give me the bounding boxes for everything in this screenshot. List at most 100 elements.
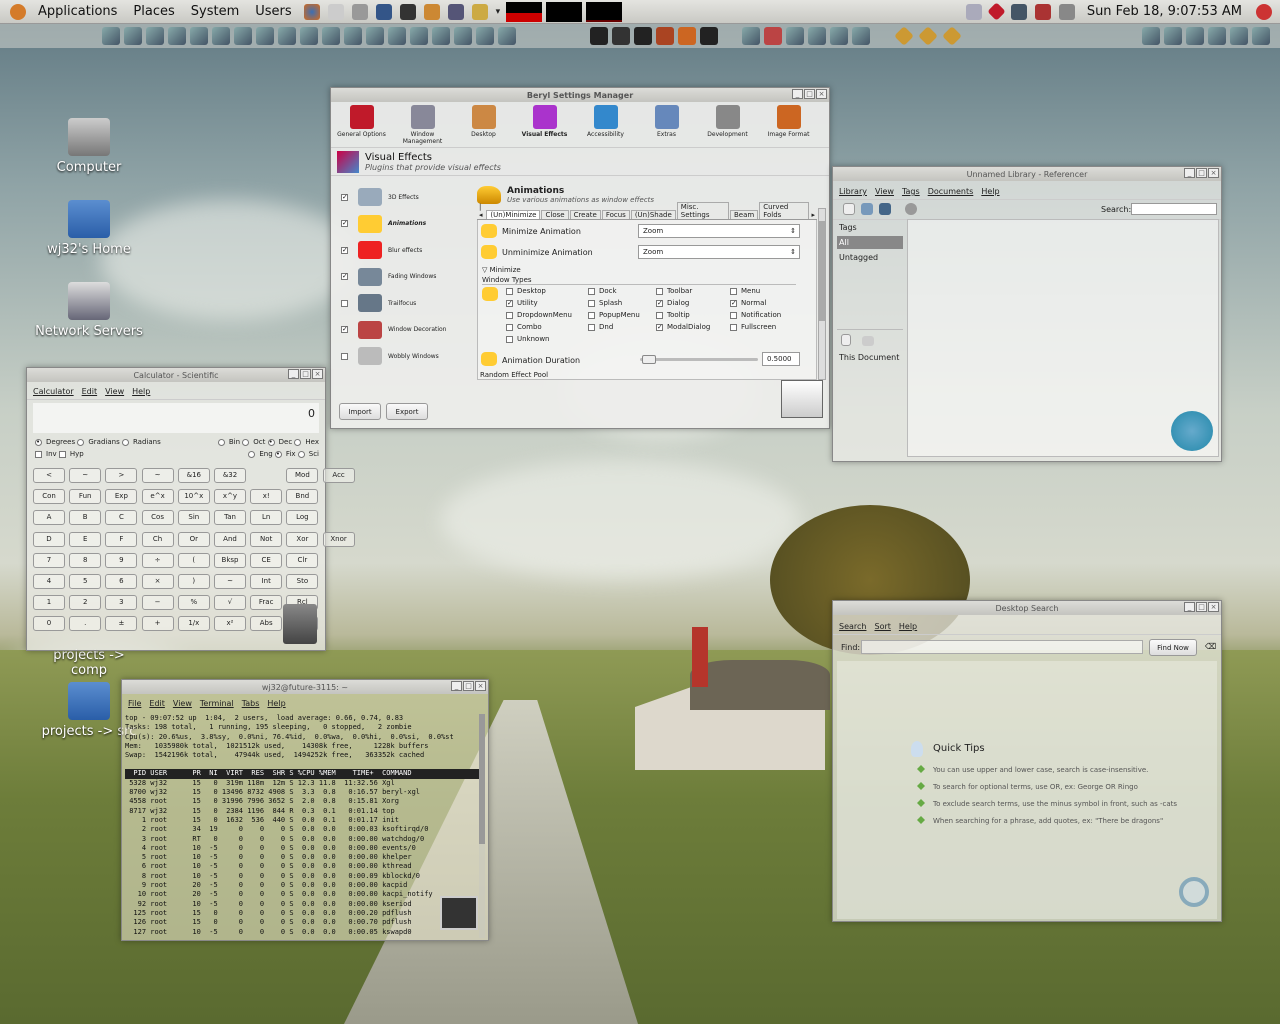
window-type-option[interactable]: Combo	[506, 323, 542, 331]
launcher-icon[interactable]	[498, 27, 516, 45]
calc-key[interactable]: ~	[214, 574, 246, 589]
launcher-icon[interactable]	[102, 27, 120, 45]
open-folder-icon[interactable]	[861, 203, 873, 215]
tab-1[interactable]: Close	[541, 210, 569, 219]
calc-key[interactable]: 8	[69, 552, 102, 568]
window-type-checkbox[interactable]	[588, 311, 595, 319]
category-image-format[interactable]: Image Format	[758, 105, 819, 147]
title-bar[interactable]: Calculator - Scientific _ □ ×	[27, 368, 325, 382]
calc-key[interactable]: Xnor	[322, 531, 355, 547]
clock[interactable]: Sun Feb 18, 9:07:53 AM	[1087, 4, 1242, 19]
calc-key[interactable]: Ch	[141, 531, 174, 547]
tab-4[interactable]: (Un)Shade	[630, 210, 676, 219]
calc-key[interactable]: >	[105, 468, 138, 483]
calc-key[interactable]: And	[214, 531, 246, 547]
calc-key[interactable]: 0	[33, 616, 65, 632]
calc-key[interactable]: 9	[105, 552, 138, 568]
window-type-checkbox[interactable]	[656, 311, 663, 319]
plugin-item[interactable]: Wobbly Windows	[341, 345, 471, 367]
maximize-button[interactable]: □	[300, 369, 311, 379]
calc-key[interactable]: ÷	[141, 552, 174, 568]
maximize-button[interactable]: □	[1196, 168, 1207, 178]
category-general-options[interactable]: General Options	[331, 105, 392, 147]
plugin-checkbox[interactable]: ✓	[341, 193, 348, 201]
calc-key[interactable]: x^y	[214, 489, 246, 505]
window-type-option[interactable]: ✓ Dialog	[656, 299, 689, 307]
window-type-checkbox[interactable]	[588, 299, 595, 307]
calc-key[interactable]: 2	[69, 595, 102, 611]
window-type-checkbox[interactable]: ✓	[506, 299, 513, 307]
find-now-button[interactable]: Find Now	[1149, 639, 1197, 656]
window-type-option[interactable]: Menu	[730, 287, 760, 295]
desktop-icon-projects-comp[interactable]: projects -> comp	[34, 648, 144, 678]
mail-icon[interactable]	[327, 3, 344, 20]
hyp-checkbox[interactable]	[58, 450, 66, 458]
calc-key[interactable]: Acc	[322, 468, 355, 483]
tab-0[interactable]: (Un)Minimize	[486, 210, 541, 219]
chevron-down-icon[interactable]: ▾	[496, 7, 501, 17]
launcher-icon[interactable]	[234, 27, 252, 45]
calc-key[interactable]: C	[105, 510, 138, 526]
plugin-checkbox[interactable]: ✓	[341, 326, 348, 333]
launcher-icon[interactable]	[942, 26, 962, 46]
menu-users[interactable]: Users	[255, 4, 291, 19]
calc-key[interactable]: 6	[105, 574, 138, 589]
window-type-checkbox[interactable]	[730, 323, 737, 331]
menu-item-help[interactable]: Help	[267, 699, 285, 708]
title-bar[interactable]: Desktop Search _ □ ×	[833, 601, 1221, 615]
hex-radio[interactable]	[294, 438, 302, 446]
desktop-icon-network[interactable]: Network Servers	[34, 282, 144, 339]
plugin-item[interactable]: ✓ Fading Windows	[341, 266, 471, 288]
category-accessibility[interactable]: Accessibility	[575, 105, 636, 147]
desktop-icon-computer[interactable]: Computer	[34, 118, 144, 175]
close-button[interactable]: ×	[1208, 602, 1219, 612]
ubuntu-logo-icon[interactable]	[10, 3, 26, 20]
inv-checkbox[interactable]	[35, 450, 42, 458]
search-icon[interactable]	[447, 3, 464, 20]
launcher-icon[interactable]	[190, 27, 208, 45]
close-button[interactable]: ×	[312, 369, 323, 379]
launcher-icon[interactable]	[678, 27, 696, 45]
menu-item-calculator[interactable]: Calculator	[33, 387, 74, 396]
category-visual-effects[interactable]: Visual Effects	[514, 105, 575, 147]
launcher-icon[interactable]	[1252, 27, 1270, 45]
terminal-output[interactable]: top - 09:07:52 up 1:04, 2 users, load av…	[125, 714, 479, 938]
keys-icon[interactable]	[471, 3, 488, 20]
launcher-icon[interactable]	[612, 27, 630, 45]
launcher-icon[interactable]	[894, 26, 914, 46]
minimize-button[interactable]: _	[792, 89, 803, 99]
window-type-option[interactable]: Tooltip	[656, 311, 690, 319]
menu-item-view[interactable]: View	[875, 187, 894, 196]
menu-item-file[interactable]: File	[128, 699, 141, 708]
calc-key[interactable]: 1/x	[177, 616, 210, 632]
window-type-option[interactable]: ✓ ModalDialog	[656, 323, 710, 331]
category-extras[interactable]: Extras	[636, 105, 697, 147]
calc-key[interactable]: D	[33, 531, 65, 547]
scrollbar-thumb[interactable]	[479, 714, 485, 844]
oct-radio[interactable]	[242, 438, 250, 446]
launcher-icon[interactable]	[366, 27, 384, 45]
launcher-icon[interactable]	[146, 27, 164, 45]
launcher-icon[interactable]	[256, 27, 274, 45]
calc-key[interactable]: 4	[33, 574, 65, 589]
calc-key[interactable]: Ln	[250, 510, 283, 526]
window-type-option[interactable]: Splash	[588, 299, 622, 307]
plugin-item[interactable]: ✓ Window Decoration	[341, 319, 471, 341]
calc-key[interactable]: Fun	[69, 489, 102, 505]
plugin-item[interactable]: ✓ 3D Effects	[341, 186, 471, 208]
window-type-checkbox[interactable]	[506, 323, 513, 331]
minimize-button[interactable]: _	[1184, 168, 1195, 178]
calc-key[interactable]: %	[177, 595, 210, 611]
window-type-option[interactable]: Notification	[730, 311, 781, 319]
calc-key[interactable]: Not	[250, 531, 283, 547]
wireless-icon[interactable]	[965, 3, 982, 20]
calc-key[interactable]: Bnd	[286, 489, 319, 505]
calc-key[interactable]: √	[214, 595, 246, 611]
calc-key[interactable]: Clr	[286, 552, 319, 568]
calc-key[interactable]: x²	[214, 616, 246, 632]
tab-scroll-left[interactable]: |◂	[477, 203, 486, 219]
plugin-checkbox[interactable]: ✓	[341, 220, 348, 227]
firefox-icon[interactable]	[303, 3, 320, 20]
tab-2[interactable]: Create	[569, 210, 601, 219]
calc-key[interactable]: Exp	[105, 489, 138, 505]
